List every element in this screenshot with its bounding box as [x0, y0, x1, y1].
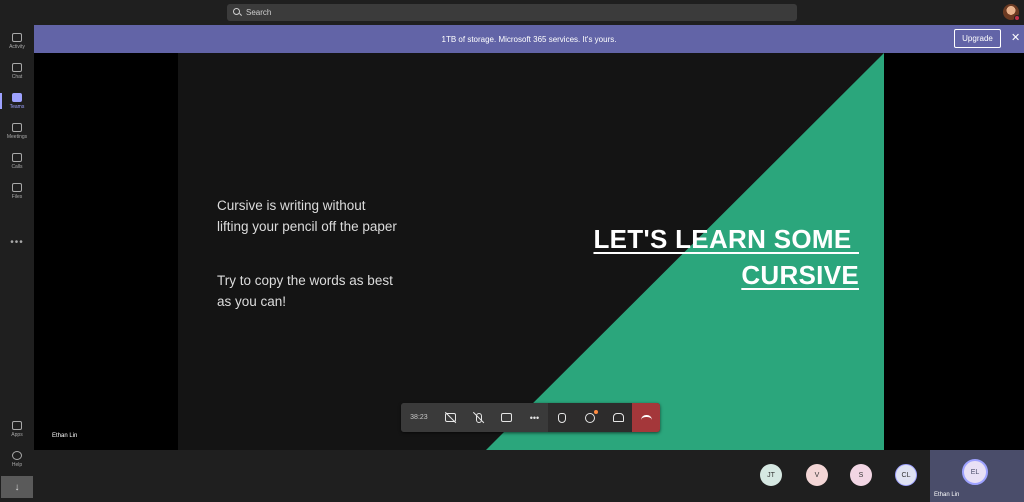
download-icon: ↓ [14, 481, 20, 493]
slide-title-line: CURSIVE [741, 260, 859, 290]
hang-up-icon [640, 415, 652, 420]
close-icon[interactable]: ✕ [1011, 33, 1020, 44]
raise-hand-button[interactable] [548, 403, 576, 432]
participant-avatar[interactable]: CL [895, 464, 917, 486]
meeting-stage: Cursive is writing without lifting your … [34, 53, 1024, 450]
rail-item-label: Chat [11, 73, 23, 80]
help-icon [12, 450, 22, 460]
banner-text: 1TB of storage. Microsoft 365 services. … [441, 34, 617, 44]
download-button[interactable]: ↓ [1, 476, 33, 498]
share-screen-button[interactable] [492, 403, 521, 432]
camera-toggle-button[interactable] [436, 403, 465, 432]
upgrade-banner: 1TB of storage. Microsoft 365 services. … [34, 25, 1024, 53]
raise-hand-icon [558, 412, 567, 423]
search-placeholder: Search [246, 8, 272, 17]
apps-icon [12, 420, 22, 430]
rail-item-calls[interactable]: Calls [0, 147, 34, 175]
hang-up-button[interactable] [632, 403, 660, 432]
more-icon: ••• [529, 412, 540, 423]
rail-item-help[interactable]: Help [0, 445, 34, 473]
rail-item-label: Apps [11, 431, 23, 438]
more-actions-button[interactable]: ••• [520, 403, 549, 432]
call-timer: 38:23 [401, 403, 437, 432]
rail-item-label: Activity [9, 43, 25, 50]
slide-title-line: LET'S LEARN SOME [593, 224, 859, 254]
slide-title: LET'S LEARN SOME CURSIVE [593, 221, 859, 293]
rail-item-label: Meetings [6, 133, 28, 140]
phone-icon [12, 152, 22, 162]
bell-icon [12, 32, 22, 42]
meeting-chat-button[interactable] [576, 403, 604, 432]
status-dot [1014, 15, 1020, 21]
participants-button[interactable] [604, 403, 632, 432]
rail-item-meetings[interactable]: Meetings [0, 117, 34, 145]
app-rail: Activity Chat Teams Meetings Calls Files… [0, 25, 34, 502]
participant-avatar[interactable]: S [850, 464, 872, 486]
rail-item-files[interactable]: Files [0, 177, 34, 205]
participant-strip: JT V S CL EL Ethan Lin [34, 450, 1024, 502]
profile-avatar[interactable] [1003, 4, 1020, 21]
title-bar: Search [0, 0, 1024, 25]
unread-badge [594, 410, 599, 414]
rail-item-apps[interactable]: Apps [0, 415, 34, 443]
rail-item-activity[interactable]: Activity [0, 27, 34, 55]
more-apps-button[interactable]: ••• [0, 237, 34, 248]
participants-icon [612, 413, 624, 422]
search-icon [233, 8, 242, 17]
shared-slide: Cursive is writing without lifting your … [178, 53, 884, 450]
share-screen-icon [501, 413, 513, 422]
self-name: Ethan Lin [934, 492, 960, 498]
teams-icon [12, 92, 22, 102]
participant-avatar[interactable]: JT [760, 464, 782, 486]
slide-text-line: as you can! [217, 294, 287, 309]
mic-toggle-button[interactable] [464, 403, 493, 432]
presenter-name: Ethan Lin [52, 433, 78, 439]
file-icon [12, 182, 22, 192]
rail-item-label: Help [11, 461, 23, 468]
slide-text-line: lifting your pencil off the paper [217, 219, 397, 234]
call-controls: 38:23 ••• [401, 403, 660, 432]
slide-paragraph-1: Cursive is writing without lifting your … [217, 195, 397, 237]
rail-item-label: Files [11, 193, 23, 200]
slide-paragraph-2: Try to copy the words as best as you can… [217, 270, 393, 312]
rail-item-chat[interactable]: Chat [0, 57, 34, 85]
participant-avatar[interactable]: V [806, 464, 828, 486]
chat-icon [585, 412, 596, 423]
rail-item-label: Calls [11, 163, 23, 170]
upgrade-button[interactable]: Upgrade [954, 29, 1001, 48]
self-avatar: EL [962, 459, 988, 485]
search-input[interactable]: Search [227, 4, 797, 21]
slide-text-line: Try to copy the words as best [217, 273, 393, 288]
calendar-icon [12, 122, 22, 132]
rail-item-teams[interactable]: Teams [0, 87, 34, 115]
self-video-tile[interactable]: EL Ethan Lin [930, 450, 1024, 502]
rail-item-label: Teams [9, 103, 25, 110]
slide-text-line: Cursive is writing without [217, 198, 366, 213]
chat-icon [12, 62, 22, 72]
